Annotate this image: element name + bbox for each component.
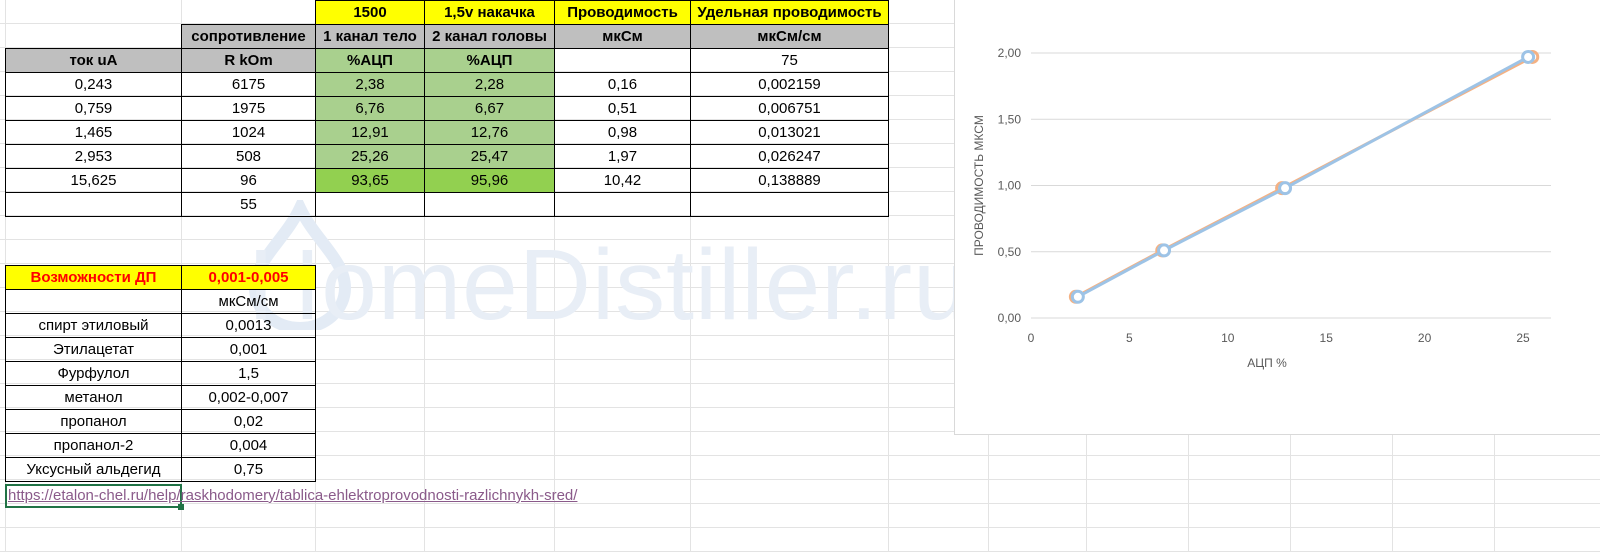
series-line	[1077, 55, 1529, 299]
data-cell[interactable]	[554, 192, 691, 217]
data-cell[interactable]: 1024	[181, 120, 316, 145]
data-cell[interactable]: 6,76	[315, 96, 425, 121]
header-cell[interactable]: мкСм	[554, 24, 691, 49]
data-cell[interactable]	[315, 192, 425, 217]
x-tick-label: 25	[1516, 331, 1530, 345]
data-cell[interactable]: 0,16	[554, 72, 691, 97]
x-axis-title: АЦП %	[1247, 356, 1287, 370]
series-point	[1278, 181, 1293, 196]
data-cell[interactable]: 0,026247	[690, 144, 889, 169]
dp-substance-cell[interactable]: Этилацетат	[5, 337, 182, 362]
header-cell[interactable]: сопротивление	[181, 24, 316, 49]
dp-value-cell[interactable]: 0,75	[181, 457, 316, 482]
dp-substance-cell[interactable]: пропанол-2	[5, 433, 182, 458]
dp-value-cell[interactable]: 0,004	[181, 433, 316, 458]
title-cell[interactable]: Удельная проводимость	[690, 0, 889, 25]
series-point	[1521, 49, 1536, 64]
data-cell[interactable]: 1975	[181, 96, 316, 121]
units-cell[interactable]: %АЦП	[315, 48, 425, 73]
data-cell[interactable]: 0,759	[5, 96, 182, 121]
data-cell[interactable]: 2,28	[424, 72, 555, 97]
data-cell[interactable]: 0,002159	[690, 72, 889, 97]
y-tick-label: 2,00	[998, 46, 1022, 60]
dp-unit-cell[interactable]: мкСм/см	[181, 289, 316, 314]
data-cell[interactable]: 15,625	[5, 168, 182, 193]
data-cell[interactable]: 95,96	[424, 168, 555, 193]
data-cell[interactable]	[5, 192, 182, 217]
data-cell[interactable]: 0,98	[554, 120, 691, 145]
chart-area[interactable]: 0,00 0,50 1,00 1,50 2,00 0 5 10 15 20 25 АЦП % ПРОВО…	[954, 0, 1600, 435]
data-cell[interactable]: 12,76	[424, 120, 555, 145]
dp-value-cell[interactable]: 0,0013	[181, 313, 316, 338]
units-cell[interactable]: 75	[690, 48, 889, 73]
dp-empty-cell[interactable]	[5, 289, 182, 314]
dp-range-cell[interactable]: 0,001-0,005	[181, 265, 316, 290]
header-cell[interactable]: 1 канал тело	[315, 24, 425, 49]
series-point	[1157, 243, 1172, 258]
data-cell[interactable]: 1,465	[5, 120, 182, 145]
conductivity-chart: 0,00 0,50 1,00 1,50 2,00 0 5 10 15 20 25 АЦП % ПРОВО…	[972, 46, 1551, 370]
data-cell[interactable]	[424, 192, 555, 217]
y-axis-title: ПРОВОДИМОСТЬ МКСМ	[972, 115, 986, 256]
data-cell[interactable]: 25,47	[424, 144, 555, 169]
dp-substance-cell[interactable]: спирт этиловый	[5, 313, 182, 338]
data-cell[interactable]: 2,38	[315, 72, 425, 97]
data-cell[interactable]: 0,51	[554, 96, 691, 121]
data-cell[interactable]: 0,013021	[690, 120, 889, 145]
dp-substance-cell[interactable]: Фурфулол	[5, 361, 182, 386]
dp-value-cell[interactable]: 1,5	[181, 361, 316, 386]
data-cell[interactable]: 0,006751	[690, 96, 889, 121]
units-cell[interactable]: %АЦП	[424, 48, 555, 73]
x-tick-label: 20	[1418, 331, 1432, 345]
dp-substance-cell[interactable]: метанол	[5, 385, 182, 410]
data-cell[interactable]: 6,67	[424, 96, 555, 121]
y-tick-label: 1,50	[998, 112, 1022, 126]
data-cell[interactable]: 0,243	[5, 72, 182, 97]
dp-value-cell[interactable]: 0,002-0,007	[181, 385, 316, 410]
header-cell[interactable]: мкСм/см	[690, 24, 889, 49]
dp-substance-cell[interactable]: Уксусный альдегид	[5, 457, 182, 482]
units-cell[interactable]	[554, 48, 691, 73]
x-tick-label: 5	[1126, 331, 1133, 345]
title-cell[interactable]: 1,5v накачка	[424, 0, 555, 25]
y-tick-label: 1,00	[998, 179, 1022, 193]
data-cell[interactable]: 25,26	[315, 144, 425, 169]
x-tick-label: 15	[1320, 331, 1334, 345]
title-cell[interactable]: Проводимость	[554, 0, 691, 25]
dp-value-cell[interactable]: 0,001	[181, 337, 316, 362]
data-cell[interactable]: 508	[181, 144, 316, 169]
x-tick-label: 0	[1028, 331, 1035, 345]
title-cell[interactable]: 1500	[315, 0, 425, 25]
data-cell[interactable]: 10,42	[554, 168, 691, 193]
data-cell[interactable]: 2,953	[5, 144, 182, 169]
dp-substance-cell[interactable]: пропанол	[5, 409, 182, 434]
y-tick-label: 0,00	[998, 311, 1022, 325]
dp-title-cell[interactable]: Возможности ДП	[5, 265, 182, 290]
data-cell[interactable]: 96	[181, 168, 316, 193]
dp-value-cell[interactable]: 0,02	[181, 409, 316, 434]
header-cell[interactable]: 2 канал головы	[424, 24, 555, 49]
data-cell[interactable]: 1,97	[554, 144, 691, 169]
units-cell[interactable]: ток uA	[5, 48, 182, 73]
data-cell[interactable]: 93,65	[315, 168, 425, 193]
x-tick-label: 10	[1221, 331, 1235, 345]
data-cell[interactable]	[690, 192, 889, 217]
data-cell[interactable]: 0,138889	[690, 168, 889, 193]
data-cell[interactable]: 6175	[181, 72, 316, 97]
series-point	[1070, 289, 1085, 304]
units-cell[interactable]: R kOm	[181, 48, 316, 73]
data-cell[interactable]: 12,91	[315, 120, 425, 145]
reference-link[interactable]: https://etalon-chel.ru/help/raskhodomery…	[8, 485, 577, 509]
data-cell[interactable]: 55	[181, 192, 316, 217]
y-tick-label: 0,50	[998, 245, 1022, 259]
